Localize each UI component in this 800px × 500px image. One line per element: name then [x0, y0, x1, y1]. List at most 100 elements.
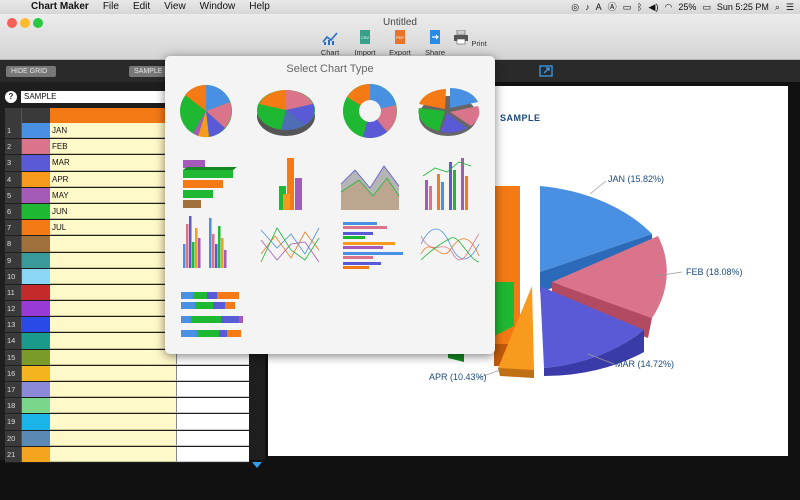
- row-label-cell[interactable]: [50, 430, 176, 446]
- row-number[interactable]: 3: [5, 155, 21, 171]
- chart-type-stacked-bar[interactable]: [179, 288, 245, 350]
- scroll-down-arrow-icon[interactable]: [252, 462, 262, 468]
- row-number[interactable]: 4: [5, 171, 21, 187]
- chart-type-pie[interactable]: [173, 80, 239, 142]
- keyboard-icon[interactable]: ▭: [623, 0, 632, 14]
- row-label-cell[interactable]: [50, 317, 176, 333]
- row-color-swatch[interactable]: [21, 398, 50, 414]
- row-color-swatch[interactable]: [21, 268, 50, 284]
- row-label-cell[interactable]: [50, 236, 176, 252]
- row-color-swatch[interactable]: [21, 446, 50, 462]
- row-value-cell[interactable]: [176, 446, 249, 462]
- row-value-cell[interactable]: [176, 398, 249, 414]
- row-value-cell[interactable]: [176, 430, 249, 446]
- chart-type-pie-3d[interactable]: [253, 80, 319, 142]
- row-label-cell[interactable]: [50, 301, 176, 317]
- row-color-swatch[interactable]: [21, 123, 50, 139]
- row-label-cell[interactable]: [50, 414, 176, 430]
- share-button[interactable]: Share: [418, 30, 452, 57]
- row-number[interactable]: 13: [5, 317, 21, 333]
- print-button[interactable]: Print: [453, 29, 487, 48]
- wifi-icon[interactable]: ◠: [664, 0, 672, 14]
- row-value-cell[interactable]: [176, 414, 249, 430]
- hide-grid-button[interactable]: HIDE GRID: [6, 66, 56, 77]
- row-label-cell[interactable]: [50, 252, 176, 268]
- row-color-swatch[interactable]: [21, 171, 50, 187]
- row-label-cell[interactable]: [50, 382, 176, 398]
- row-label-cell[interactable]: JUN: [50, 203, 176, 220]
- row-number[interactable]: 14: [5, 333, 21, 349]
- row-label-cell[interactable]: APR: [50, 171, 176, 187]
- row-number[interactable]: 12: [5, 301, 21, 317]
- row-color-swatch[interactable]: [21, 155, 50, 171]
- menu-clock[interactable]: Sun 5:25 PM: [717, 0, 769, 14]
- chart-type-line[interactable]: [257, 214, 323, 276]
- row-color-swatch[interactable]: [21, 414, 50, 430]
- chart-type-3d-bar-horizontal[interactable]: [175, 156, 241, 218]
- row-label-cell[interactable]: [50, 284, 176, 301]
- row-label-cell[interactable]: JUL: [50, 220, 176, 236]
- chart-type-horizontal-bar[interactable]: [337, 214, 403, 276]
- menu-view[interactable]: View: [157, 0, 193, 14]
- volume-icon[interactable]: ◀): [649, 0, 659, 14]
- chart-type-bar-line[interactable]: [417, 156, 483, 218]
- row-color-swatch[interactable]: [21, 187, 50, 203]
- row-number[interactable]: 2: [5, 139, 21, 155]
- row-label-cell[interactable]: JAN: [50, 123, 176, 139]
- row-color-swatch[interactable]: [21, 365, 50, 381]
- row-number[interactable]: 5: [5, 187, 21, 203]
- import-button[interactable]: CSV Import: [348, 30, 382, 57]
- row-color-swatch[interactable]: [21, 203, 50, 220]
- chart-type-area[interactable]: [337, 156, 403, 218]
- row-number[interactable]: 8: [5, 236, 21, 252]
- export-button[interactable]: PDF Export: [383, 30, 417, 57]
- row-number[interactable]: 18: [5, 398, 21, 414]
- row-label-cell[interactable]: MAR: [50, 155, 176, 171]
- chart-type-donut[interactable]: [337, 80, 403, 142]
- row-label-cell[interactable]: [50, 365, 176, 381]
- battery-percent[interactable]: 25%: [678, 0, 696, 14]
- row-label-cell[interactable]: [50, 268, 176, 284]
- row-color-swatch[interactable]: [21, 301, 50, 317]
- row-number[interactable]: 15: [5, 349, 21, 365]
- battery-icon[interactable]: ▭: [702, 0, 711, 14]
- row-color-swatch[interactable]: [21, 236, 50, 252]
- notification-center-icon[interactable]: ☰: [786, 0, 794, 14]
- expand-icon[interactable]: [539, 65, 553, 77]
- row-color-swatch[interactable]: [21, 220, 50, 236]
- row-label-cell[interactable]: [50, 349, 176, 365]
- row-label-cell[interactable]: FEB: [50, 139, 176, 155]
- row-color-swatch[interactable]: [21, 430, 50, 446]
- label-column-header[interactable]: [50, 108, 176, 123]
- spotlight-icon[interactable]: ⌕: [775, 0, 780, 14]
- menu-help[interactable]: Help: [242, 0, 277, 14]
- chart-button[interactable]: Chart: [313, 30, 347, 57]
- help-icon[interactable]: ?: [5, 91, 17, 103]
- row-value-cell[interactable]: [176, 382, 249, 398]
- row-number[interactable]: 19: [5, 414, 21, 430]
- menu-file[interactable]: File: [96, 0, 126, 14]
- row-label-cell[interactable]: MAY: [50, 187, 176, 203]
- row-label-cell[interactable]: [50, 398, 176, 414]
- row-label-cell[interactable]: [50, 446, 176, 462]
- row-number[interactable]: 17: [5, 382, 21, 398]
- row-number[interactable]: 21: [5, 446, 21, 462]
- menu-window[interactable]: Window: [193, 0, 243, 14]
- menu-edit[interactable]: Edit: [126, 0, 157, 14]
- row-number[interactable]: 16: [5, 365, 21, 381]
- row-label-cell[interactable]: [50, 333, 176, 349]
- row-color-swatch[interactable]: [21, 382, 50, 398]
- row-color-swatch[interactable]: [21, 139, 50, 155]
- row-color-swatch[interactable]: [21, 252, 50, 268]
- notification-icon[interactable]: ♪: [585, 0, 590, 14]
- row-number[interactable]: 11: [5, 284, 21, 301]
- menu-app-name[interactable]: Chart Maker: [24, 0, 96, 14]
- row-number[interactable]: 6: [5, 203, 21, 220]
- chart-type-column[interactable]: [175, 214, 241, 276]
- chart-type-exploded-pie[interactable]: [415, 80, 481, 142]
- row-color-swatch[interactable]: [21, 333, 50, 349]
- row-number[interactable]: 10: [5, 268, 21, 284]
- bluetooth-icon[interactable]: ᛒ: [637, 0, 642, 14]
- row-number[interactable]: 7: [5, 220, 21, 236]
- acrobat-icon[interactable]: Ⓐ: [608, 0, 617, 14]
